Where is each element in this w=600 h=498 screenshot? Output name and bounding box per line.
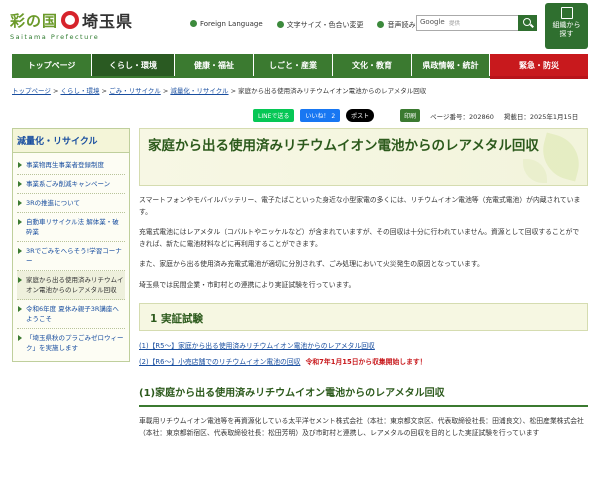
breadcrumb-current: 家庭から出る使用済みリチウムイオン電池からのレアメタル回収 xyxy=(238,87,427,95)
collection-start-notice: 令和7年1月15日から収集開始します！ xyxy=(305,358,427,366)
line-share-button[interactable]: LINEで送る xyxy=(253,109,295,122)
list-item: (2)【R6～】小売店舗でのリチウムイオン電池の回収 令和7年1月15日から収集… xyxy=(139,357,588,368)
section-links: (1)【R5～】家庭から出る使用済みリチウムイオン電池からのレアメタル回収 (2… xyxy=(139,341,588,368)
sidebar-item-plastic-week[interactable]: 「埼玉県秋のプラごみゼロウィーク」を実施します xyxy=(17,329,125,357)
section-heading-box: 1 実証試験 xyxy=(139,303,588,331)
nav-govt-statistics[interactable]: 県政情報・統計 xyxy=(412,54,490,76)
site-header: 彩の国 埼玉県 Saitama Prefecture Foreign Langu… xyxy=(0,0,600,50)
globe-icon xyxy=(190,20,197,27)
breadcrumb-reduction[interactable]: 減量化・リサイクル xyxy=(170,87,228,95)
breadcrumb-garbage[interactable]: ごみ・リサイクル xyxy=(109,87,161,95)
logo-text-sainokuni: 彩の国 xyxy=(10,11,59,30)
nav-emergency[interactable]: 緊急・防災 xyxy=(490,54,588,76)
intro-paragraph-4: 埼玉県では民間企業・市町村との連携により実証試験を行っています。 xyxy=(139,280,356,289)
breadcrumb: トップページ > くらし・環境 > ごみ・リサイクル > 減量化・リサイクル >… xyxy=(12,87,427,95)
breadcrumb-life[interactable]: くらし・環境 xyxy=(60,87,99,95)
search-placeholder: 提供 xyxy=(449,21,461,27)
site-logo[interactable]: 彩の国 埼玉県 Saitama Prefecture xyxy=(10,8,133,41)
org-button-label-1: 組織から xyxy=(552,21,581,29)
global-nav: トップページ くらし・環境 健康・福祉 しごと・産業 文化・教育 県政情報・統計… xyxy=(12,54,588,76)
published-date: 掲載日：2025年1月15日 xyxy=(503,112,579,121)
x-post-button[interactable]: ポスト xyxy=(346,109,375,122)
breadcrumb-top[interactable]: トップページ xyxy=(12,87,51,95)
sidebar-item-3r[interactable]: 3Rの推進について xyxy=(17,194,125,213)
text-size-color-link[interactable]: 文字サイズ・色合い変更 xyxy=(276,20,363,30)
nav-culture-education[interactable]: 文化・教育 xyxy=(333,54,412,76)
share-bar: LINEで送る いいね！ 2 ポスト 印刷 ページ番号：202860 掲載日：2… xyxy=(253,109,578,122)
intro-paragraph-1: スマートフォンやモバイルバッテリー、電子たばこといった身近な小型家電の多くには、… xyxy=(139,196,581,216)
section-heading: 1 実証試験 xyxy=(150,313,203,325)
page-title-box: 家庭から出る使用済みリチウムイオン電池からのレアメタル回収 xyxy=(139,128,588,186)
print-button[interactable]: 印刷 xyxy=(400,109,421,122)
search-engine-label: Google xyxy=(420,18,445,26)
sidebar-item-3r-learning[interactable]: 3Rでごみをへらそう!学習コーナー xyxy=(17,242,125,271)
sidebar-item-summer-course[interactable]: 令和6年度 夏休み親子3R講座へようこそ xyxy=(17,300,125,329)
utility-links: Foreign Language 文字サイズ・色合い変更 音声読み上げ xyxy=(190,20,429,30)
sidebar: 減量化・リサイクル 事業物再生事業者登録制度 事業系ごみ削減キャンペーン 3Rの… xyxy=(12,128,130,362)
org-button-label-2: 探す xyxy=(559,30,574,38)
link-r5-collection[interactable]: (1)【R5～】家庭から出る使用済みリチウムイオン電池からのレアメタル回収 xyxy=(139,342,375,350)
intro-paragraph-3: また、家庭から出る使用済み充電式電池が適切に分別されず、ごみ処理において火災発生… xyxy=(139,260,484,268)
org-search-button[interactable]: 組織から 探す xyxy=(545,3,588,49)
subsection-body: 車載用リチウムイオン電池等を再資源化している太平洋セメント株式会社（本社：東京都… xyxy=(139,417,584,437)
page-title: 家庭から出る使用済みリチウムイオン電池からのレアメタル回収 xyxy=(148,138,539,154)
intro-paragraph-2: 充電式電池にはレアメタル（コバルトやニッケルなど）が含まれていますが、その回収は… xyxy=(139,228,580,248)
sidebar-item-reg[interactable]: 事業物再生事業者登録制度 xyxy=(17,156,125,175)
logo-text-saitama: 埼玉県 xyxy=(82,12,134,31)
sidebar-list: 事業物再生事業者登録制度 事業系ごみ削減キャンペーン 3Rの推進について 自動車… xyxy=(13,153,129,361)
search-button[interactable] xyxy=(518,15,537,31)
prefecture-emblem-icon xyxy=(61,11,80,29)
sidebar-item-current: 家庭から出る使用済みリチウムイオン電池からのレアメタル回収 xyxy=(17,271,125,300)
subsection-heading: (1)家庭から出る使用済みリチウムイオン電池からのレアメタル回収 xyxy=(139,380,588,407)
main-content: 家庭から出る使用済みリチウムイオン電池からのレアメタル回収 スマートフォンやモバ… xyxy=(139,128,588,439)
page-number: ページ番号：202860 xyxy=(430,112,494,121)
foreign-language-link[interactable]: Foreign Language xyxy=(190,20,263,30)
sidebar-item-auto-recycle[interactable]: 自動車リサイクル法 解体業・破砕業 xyxy=(17,213,125,242)
nav-underline xyxy=(12,76,490,78)
nav-work-industry[interactable]: しごと・産業 xyxy=(254,54,333,76)
sidebar-item-campaign[interactable]: 事業系ごみ削減キャンペーン xyxy=(17,175,125,194)
building-icon xyxy=(560,7,573,19)
text-size-icon xyxy=(276,21,284,28)
nav-emergency-underline xyxy=(490,76,588,79)
nav-life-environment[interactable]: くらし・環境 xyxy=(92,54,175,76)
list-item: (1)【R5～】家庭から出る使用済みリチウムイオン電池からのレアメタル回収 xyxy=(139,341,588,352)
nav-top[interactable]: トップページ xyxy=(12,54,92,76)
sidebar-title[interactable]: 減量化・リサイクル xyxy=(13,129,129,153)
nav-health-welfare[interactable]: 健康・福祉 xyxy=(175,54,254,76)
speaker-icon xyxy=(377,21,385,28)
facebook-like-button[interactable]: いいね！ 2 xyxy=(300,109,341,122)
logo-subtitle: Saitama Prefecture xyxy=(10,33,100,41)
link-r6-store-collection[interactable]: (2)【R6～】小売店舗でのリチウムイオン電池の回収 xyxy=(139,358,300,366)
